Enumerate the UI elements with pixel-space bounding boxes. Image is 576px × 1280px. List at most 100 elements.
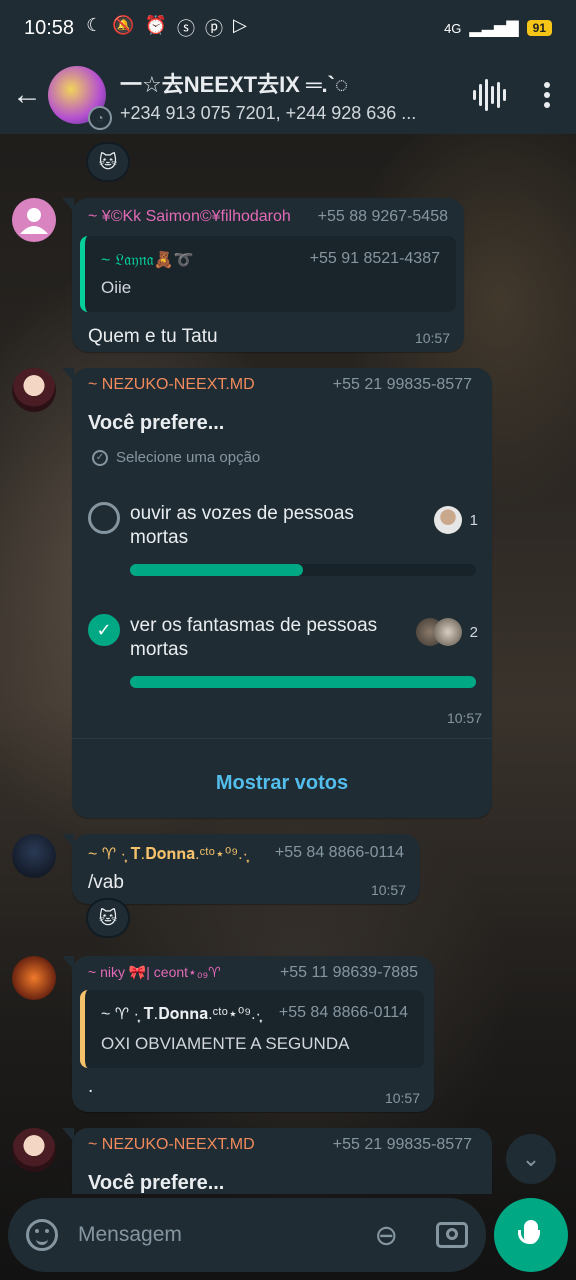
reaction-badge[interactable]: 🐱 [86, 142, 130, 182]
sender-row: ~ niky 🎀| ceont⋆₀₉♈ +55 11 98639-7885 [88, 964, 418, 982]
poll-option-text: ouvir as vozes de pessoas mortas [130, 503, 354, 548]
chat-header: ← ◔ 一☆去NEEXT去IX ═.`◌ +234 913 075 7201, … [0, 56, 576, 134]
sender-name[interactable]: ~ NEZUKO-NEEXT.MD [88, 1136, 255, 1154]
poll-bar-track [130, 564, 476, 576]
status-time: 10:58 [24, 16, 75, 39]
radio-unchecked-icon[interactable] [88, 502, 120, 534]
group-title: 一☆去NEEXT去IX ═.`◌ [120, 71, 349, 97]
reaction-badge[interactable]: 🐱 [86, 898, 130, 938]
voters: 2 [415, 618, 478, 646]
status-bar: 10:58 ☾ 🔕 ⏰ ⓢ ⓟ ▷ 4G ▂▃▅▇ 91 [0, 0, 576, 56]
sender-phone: +55 84 8866-0114 [274, 844, 404, 861]
battery-icon: 91 [526, 20, 552, 36]
poll-bubble[interactable]: ~ NEZUKO-NEEXT.MD +55 21 99835-8577 Você… [62, 368, 492, 818]
sender-phone: +55 21 99835-8577 [332, 376, 472, 393]
back-arrow-icon[interactable]: ← [12, 78, 46, 112]
status-right: 4G ▂▃▅▇ 91 [444, 18, 552, 38]
radio-checked-icon[interactable]: ✓ [88, 614, 120, 646]
quote-text: OXI OBVIAMENTE A SEGUNDA [101, 1034, 350, 1053]
check-circle-icon: ✓ [92, 449, 108, 466]
group-participants: +234 913 075 7201, +244 928 636 ... [120, 102, 417, 123]
avatar[interactable] [12, 834, 56, 878]
quote-phone: +55 84 8866-0114 [278, 1004, 408, 1021]
voter-avatar [433, 506, 462, 534]
quoted-message[interactable]: ~ 𝔏𝔞𝔶𝔫𝔞🧸➰ +55 91 8521-4387 Oiie [80, 236, 456, 312]
bolt-icon: ⓢ [177, 19, 196, 39]
double-chevron-down-icon: ⌄ [521, 1146, 541, 1171]
message-input-bar: ⊘ [8, 1198, 486, 1272]
play-icon: ▷ [233, 15, 247, 35]
message-text: Quem e tu Tatu [88, 326, 218, 347]
poll-bar-fill [130, 676, 476, 688]
mute-icon: 🔕 [112, 15, 135, 35]
quote-sender: ~ 𝔏𝔞𝔶𝔫𝔞🧸➰ [101, 252, 194, 269]
message-time: 10:57 [370, 882, 406, 898]
header-actions [473, 79, 564, 111]
avatar[interactable] [12, 1128, 56, 1172]
poll-hint: ✓ Selecione uma opção [72, 435, 492, 466]
camera-icon[interactable] [436, 1222, 468, 1248]
avatar[interactable] [12, 368, 56, 412]
poll-bar-fill [130, 564, 303, 576]
mic-icon [518, 1220, 540, 1244]
voice-call-icon[interactable] [473, 79, 506, 111]
moon-icon: ☾ [86, 15, 103, 35]
attach-icon[interactable]: ⊘ [366, 1215, 406, 1255]
message-time: 10:57 [384, 1090, 420, 1106]
poll-option-2[interactable]: ✓ ver os fantasmas de pessoas mortas 2 [88, 614, 478, 662]
reaction-emoji: 🐱 [98, 151, 118, 172]
message-bubble[interactable]: ~ NEZUKO-NEEXT.MD +55 21 99835-8577 Você… [62, 1128, 492, 1194]
message-bubble[interactable]: ~ niky 🎀| ceont⋆₀₉♈ +55 11 98639-7885 ~ … [62, 956, 434, 1112]
quote-phone: +55 91 8521-4387 [309, 250, 440, 267]
poll-question: Você prefere... [88, 412, 225, 434]
message-text: . [88, 1076, 94, 1097]
mic-button[interactable] [494, 1198, 568, 1272]
poll-option-1[interactable]: ouvir as vozes de pessoas mortas 1 [88, 502, 478, 550]
sender-row: ~ ¥©Kk Saimon©¥filhodaroh +55 88 9267-54… [88, 208, 448, 226]
message-time: 10:57 [414, 330, 450, 346]
sender-phone: +55 88 9267-5458 [317, 208, 448, 225]
sender-name[interactable]: ~ ¥©Kk Saimon©¥filhodaroh [88, 208, 291, 226]
poll-bar-track [130, 676, 476, 688]
poll-divider [72, 738, 492, 739]
message-text: Você prefere... [88, 1172, 225, 1194]
message-input[interactable] [78, 1223, 338, 1247]
header-text[interactable]: 一☆去NEEXT去IX ═.`◌ +234 913 075 7201, +244… [120, 67, 440, 124]
vote-count: 2 [469, 623, 478, 641]
pinterest-icon: ⓟ [205, 19, 224, 39]
message-time: 10:57 [446, 710, 482, 726]
signal-icon: ▂▃▅▇ [469, 20, 519, 37]
avatar[interactable] [12, 198, 56, 242]
reaction-emoji: 🐱 [98, 907, 118, 928]
group-avatar[interactable]: ◔ [48, 66, 112, 130]
quote-text: Oiie [101, 278, 132, 297]
sender-row: ~ NEZUKO-NEEXT.MD +55 21 99835-8577 [88, 1136, 472, 1154]
vote-count: 1 [469, 511, 478, 529]
sender-name[interactable]: ~ niky 🎀| ceont⋆₀₉♈ [88, 964, 221, 982]
show-votes-button[interactable]: Mostrar votos [72, 772, 492, 795]
sender-phone: +55 21 99835-8577 [332, 1136, 472, 1153]
status-icons: ☾ 🔕 ⏰ ⓢ ⓟ ▷ [86, 15, 247, 41]
alarm-icon: ⏰ [144, 15, 168, 35]
sender-row: ~ NEZUKO-NEEXT.MD +55 21 99835-8577 [72, 368, 492, 394]
poll-hint-text: Selecione uma opção [116, 449, 261, 466]
voter-avatar [433, 618, 462, 646]
community-badge-icon: ◔ [88, 106, 112, 130]
scroll-down-button[interactable]: ⌄ [506, 1134, 556, 1184]
emoji-icon[interactable] [26, 1219, 58, 1251]
sender-name[interactable]: ~ ♈ ·̩͙ 𝐓.𝐃𝐨𝐧𝐧𝐚.ᶜᵗᵒ⋆⁰⁹.·̩͙ [88, 844, 248, 864]
sender-row: ~ ♈ ·̩͙ 𝐓.𝐃𝐨𝐧𝐧𝐚.ᶜᵗᵒ⋆⁰⁹.·̩͙ +55 84 8866-0… [88, 844, 404, 864]
quote-sender: ~ ♈ ·̩͙ 𝐓.𝐃𝐨𝐧𝐧𝐚.ᶜᵗᵒ⋆⁰⁹.·̩͙ [101, 1006, 261, 1023]
message-bubble[interactable]: ~ ¥©Kk Saimon©¥filhodaroh +55 88 9267-54… [62, 198, 464, 352]
sender-phone: +55 11 98639-7885 [279, 964, 418, 981]
more-options-icon[interactable] [544, 82, 550, 108]
default-avatar-icon [20, 208, 48, 234]
sender-name[interactable]: ~ NEZUKO-NEEXT.MD [88, 376, 255, 394]
message-bubble[interactable]: ~ ♈ ·̩͙ 𝐓.𝐃𝐨𝐧𝐧𝐚.ᶜᵗᵒ⋆⁰⁹.·̩͙ +55 84 8866-0… [62, 834, 420, 904]
avatar[interactable] [12, 956, 56, 1000]
voters: 1 [433, 506, 478, 534]
chat-area[interactable]: 🐱 ~ ¥©Kk Saimon©¥filhodaroh +55 88 9267-… [0, 134, 576, 1194]
message-text: /vab [88, 872, 124, 893]
network-label: 4G [444, 20, 462, 36]
quoted-message[interactable]: ~ ♈ ·̩͙ 𝐓.𝐃𝐨𝐧𝐧𝐚.ᶜᵗᵒ⋆⁰⁹.·̩͙ +55 84 8866-0… [80, 990, 424, 1068]
